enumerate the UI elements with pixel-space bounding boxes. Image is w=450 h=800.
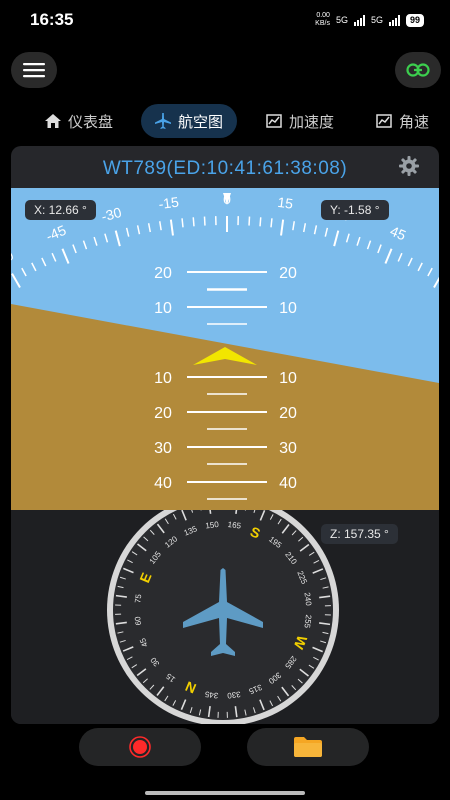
- heading-section: Z: 157.35 ° N E S W 15 30 45 60 75 105 120 135 150 16…: [11, 494, 439, 724]
- folder-icon: [294, 737, 322, 757]
- home-indicator: [145, 791, 305, 795]
- gear-icon: [399, 156, 419, 176]
- status-time: 16:35: [30, 10, 74, 29]
- roll-tick: [181, 218, 184, 228]
- horizon-graphic: -60-45-30-150153045607590 20201010101020…: [11, 188, 439, 500]
- compass-degree-label: 255: [302, 614, 313, 629]
- chart-icon: [266, 114, 282, 128]
- tab-dashboard[interactable]: 仪表盘: [45, 104, 113, 138]
- battery-indicator: 99: [405, 13, 424, 27]
- status-icons: 0.00 KB/s 5G 5G 99: [315, 12, 424, 28]
- compass-degree-label: 150: [205, 520, 220, 531]
- tab-flight-view[interactable]: 航空图: [141, 104, 238, 138]
- pitch-label: 10: [154, 300, 172, 317]
- compass-degree-label: 75: [133, 593, 143, 604]
- files-button[interactable]: [247, 728, 369, 766]
- pitch-label: 20: [154, 265, 172, 282]
- y-angle-readout: Y: -1.58 °: [321, 200, 389, 220]
- attitude-indicator: -60-45-30-150153045607590 20201010101020…: [11, 188, 439, 510]
- pitch-label: 40: [279, 475, 297, 492]
- settings-button[interactable]: [399, 156, 419, 181]
- pitch-label: 20: [279, 405, 297, 422]
- roll-tick-label: -15: [158, 194, 180, 213]
- compass-degree-label: 240: [302, 592, 313, 607]
- net-speed: 0.00 KB/s: [315, 12, 330, 27]
- compass-degree-label: 60: [133, 615, 143, 626]
- signal-icon: [353, 14, 365, 26]
- connection-button[interactable]: [395, 52, 441, 88]
- pitch-label: 10: [154, 370, 172, 387]
- signal-icon: [388, 14, 400, 26]
- pitch-label: 20: [154, 405, 172, 422]
- sim2-label: 5G: [370, 15, 383, 25]
- link-icon: [406, 63, 430, 77]
- tab-acceleration[interactable]: 加速度: [266, 104, 334, 138]
- tab-angular-velocity[interactable]: 角速: [376, 104, 429, 138]
- roll-tick-label: 15: [277, 194, 295, 212]
- aircraft-symbol: [193, 347, 257, 365]
- menu-button[interactable]: [11, 52, 57, 88]
- pitch-label: 30: [279, 440, 297, 457]
- flight-panel: WT789(ED:10:41:61:38:08) -60-45-30-15015…: [11, 146, 439, 724]
- chart-icon: [376, 114, 392, 128]
- roll-tick: [259, 217, 262, 227]
- airplane-icon: [155, 113, 171, 129]
- sim1-label: 5G: [335, 15, 348, 25]
- compass-degree-label: 345: [204, 689, 219, 700]
- roll-tick: [270, 218, 273, 228]
- pitch-label: 10: [279, 370, 297, 387]
- pitch-label: 40: [154, 475, 172, 492]
- tab-bar: 仪表盘 航空图 加速度 角速: [0, 104, 450, 138]
- record-button[interactable]: [79, 728, 201, 766]
- menu-icon: [23, 63, 45, 78]
- roll-tick: [192, 217, 195, 227]
- compass-degree-label: 330: [226, 689, 241, 700]
- pitch-label: 10: [279, 300, 297, 317]
- pitch-label: 20: [279, 265, 297, 282]
- pitch-label: 30: [154, 440, 172, 457]
- z-angle-readout: Z: 157.35 °: [321, 524, 398, 544]
- compass-degree-label: 165: [227, 520, 242, 531]
- home-icon: [45, 114, 61, 128]
- record-icon: [129, 736, 151, 758]
- x-angle-readout: X: 12.66 °: [25, 200, 96, 220]
- device-id-label: WT789(ED:10:41:61:38:08): [102, 158, 348, 179]
